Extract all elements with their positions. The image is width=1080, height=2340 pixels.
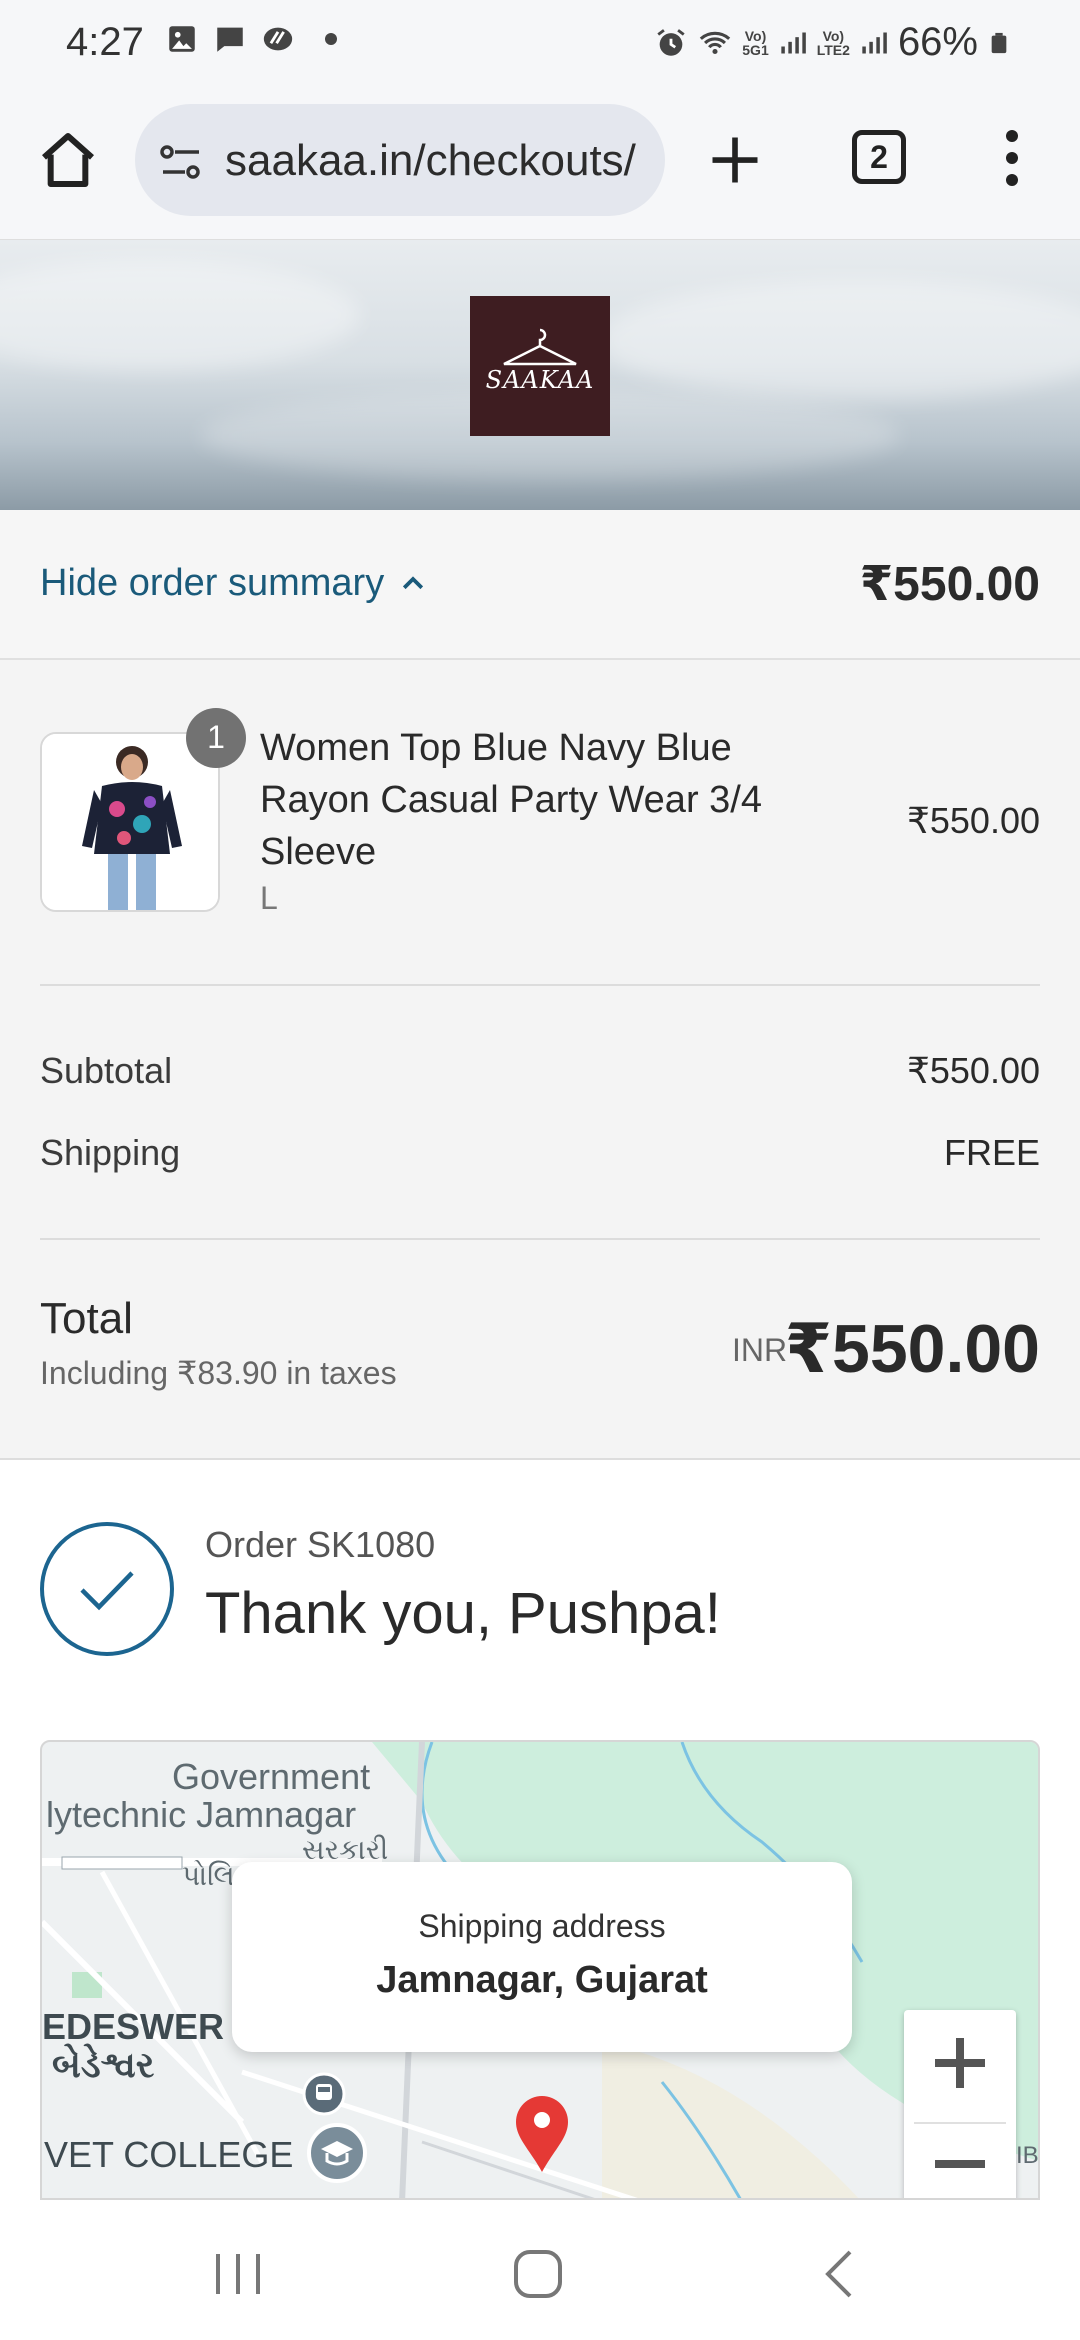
map-label-polytechnic: lytechnic Jamnagar	[46, 1794, 357, 1835]
store-logo[interactable]: SAAKAA	[470, 296, 610, 436]
order-number: Order SK1080	[205, 1524, 436, 1565]
notification-icons	[165, 22, 337, 56]
tab-switcher-button[interactable]: 2	[852, 130, 906, 184]
thank-you-heading: Thank you, Pushpa!	[205, 1581, 721, 1646]
summary-total: ₹550.00	[859, 558, 1040, 611]
order-confirmed-icon	[40, 1522, 174, 1656]
logo-text: SAAKAA	[485, 366, 595, 394]
popup-city: Jamnagar, Gujarat	[376, 1959, 708, 2001]
home-icon[interactable]	[36, 128, 100, 192]
zoom-in-icon[interactable]	[904, 2010, 1016, 2110]
quantity-badge: 1	[186, 708, 246, 768]
grand-total: ₹550.00	[784, 1311, 1040, 1387]
signal-1-icon	[781, 32, 806, 53]
shipping-value: FREE	[943, 1132, 1040, 1173]
wifi-icon	[700, 31, 731, 54]
currency-code: INR	[732, 1332, 788, 1368]
url-text: saakaa.in/checkouts/	[225, 136, 636, 185]
more-notifications-dot	[325, 33, 337, 45]
toggle-label-text: Hide order summary	[40, 562, 385, 604]
signal-2-icon	[862, 32, 887, 53]
subtotal-value: ₹550.00	[906, 1050, 1040, 1091]
product-image	[42, 734, 218, 910]
battery-percent: 66%	[897, 20, 978, 64]
map-label-government: Government	[172, 1756, 371, 1797]
hide-order-summary-button[interactable]: Hide order summary	[40, 562, 428, 605]
popup-title: Shipping address	[418, 1908, 666, 1944]
network-2-label: Vo) LTE2	[816, 27, 850, 58]
map-label-bedeswar: EDESWER	[42, 2006, 225, 2047]
back-icon[interactable]	[812, 2246, 872, 2302]
app-icon	[263, 27, 293, 51]
recent-apps-icon[interactable]	[208, 2246, 268, 2302]
status-time: 4:27	[66, 20, 144, 64]
shipping-address-popup: Shipping address Jamnagar, Gujarat	[232, 1862, 852, 2052]
cloud-shape	[0, 260, 360, 370]
subtotal-label: Subtotal	[40, 1050, 173, 1091]
gallery-icon	[169, 26, 195, 52]
alarm-icon	[657, 28, 685, 56]
battery-icon	[991, 32, 1007, 53]
product-price: ₹550.00	[906, 800, 1040, 841]
chat-icon	[217, 27, 243, 52]
chevron-up-icon	[403, 575, 424, 589]
order-summary-panel: 1 Women Top Blue Navy Blue Rayon Casual …	[0, 660, 1080, 1460]
site-settings-icon[interactable]	[159, 142, 203, 182]
tax-note: Including ₹83.90 in taxes	[40, 1355, 397, 1391]
location-pin-icon[interactable]	[512, 2094, 572, 2174]
map-label-bedeswar-gujarati: બેડેશ્વર	[52, 2044, 155, 2085]
map-label-edge: IB	[1016, 2142, 1039, 2169]
school-icon[interactable]	[304, 2120, 370, 2186]
system-icons: Vo) 5G1 Vo) LTE2 66%	[654, 20, 1010, 65]
cloud-shape	[600, 280, 1080, 400]
map-label-vet-college: VET COLLEGE	[44, 2134, 294, 2175]
order-summary-toggle[interactable]: Hide order summary ₹550.00	[0, 510, 1080, 660]
hanger-icon	[503, 328, 577, 366]
divider	[40, 984, 1040, 986]
new-tab-icon[interactable]	[705, 130, 765, 190]
map-label-poli: પોલિ	[182, 1860, 235, 1891]
product-variant: L	[260, 880, 278, 916]
system-navigation-bar	[0, 2204, 1080, 2340]
train-station-icon[interactable]	[302, 2072, 346, 2116]
checkmark-icon	[80, 1571, 134, 1611]
zoom-controls	[904, 2010, 1016, 2200]
product-thumbnail	[40, 732, 220, 912]
store-header-banner: SAAKAA	[0, 240, 1080, 510]
network-1-label: Vo) 5G1	[742, 27, 769, 58]
zoom-out-icon[interactable]	[904, 2110, 1016, 2200]
product-title: Women Top Blue Navy Blue Rayon Casual Pa…	[260, 727, 762, 873]
browser-toolbar: saakaa.in/checkouts/ 2	[0, 90, 1080, 240]
address-bar[interactable]: saakaa.in/checkouts/	[135, 104, 665, 216]
home-nav-icon[interactable]	[508, 2246, 568, 2302]
total-label: Total	[40, 1294, 133, 1343]
shipping-map[interactable]: Government lytechnic Jamnagar સરકારી પોલ…	[40, 1740, 1040, 2200]
divider	[40, 1238, 1040, 1240]
status-bar: 4:27 Vo) 5G1 Vo) LTE2 66%	[0, 0, 1080, 90]
more-options-icon[interactable]	[1000, 126, 1024, 190]
shipping-label: Shipping	[40, 1132, 181, 1173]
